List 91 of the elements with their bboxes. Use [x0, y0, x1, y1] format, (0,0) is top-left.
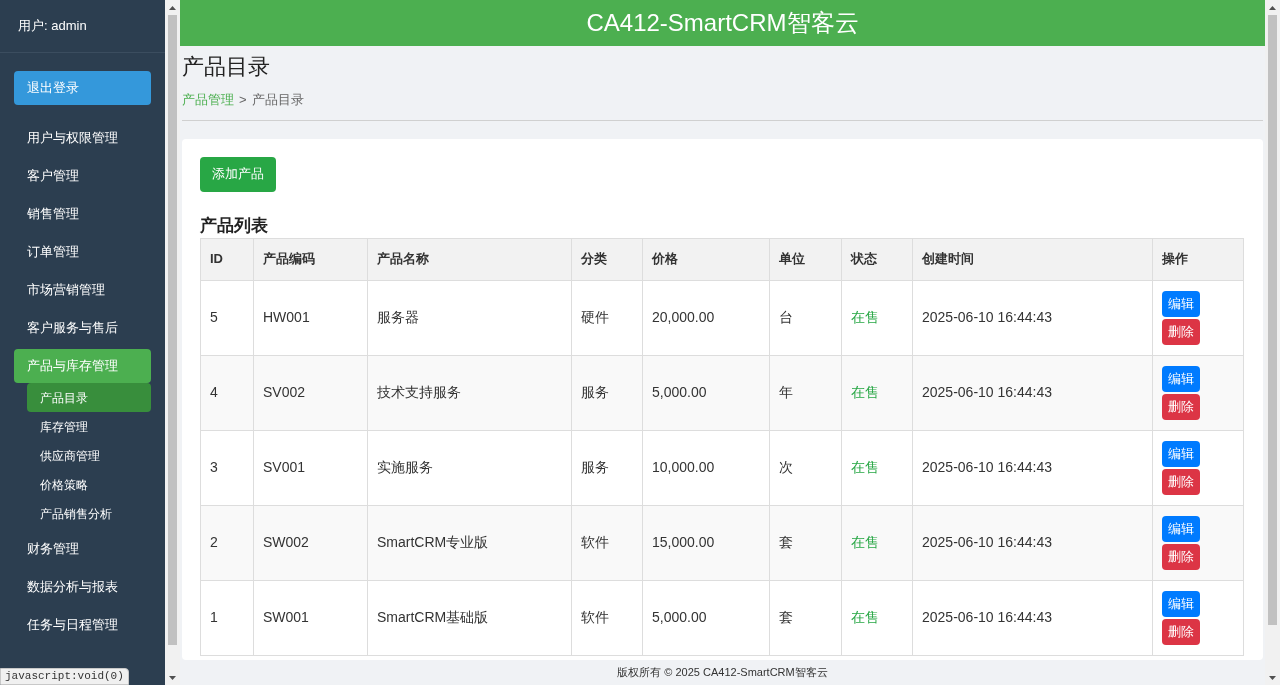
table-cell: 2025-06-10 16:44:43 [912, 430, 1153, 505]
delete-button[interactable]: 删除 [1162, 318, 1200, 345]
breadcrumb-current: 产品目录 [251, 91, 304, 109]
status-text: 在售 [841, 280, 913, 355]
column-header: 产品名称 [367, 238, 572, 280]
table-cell: 2025-06-10 16:44:43 [912, 505, 1153, 580]
table-cell: 次 [769, 430, 842, 505]
delete-button[interactable]: 删除 [1162, 618, 1200, 645]
table-cell: 服务 [571, 430, 643, 505]
sidebar-item[interactable]: 市场营销管理 [14, 273, 151, 307]
user-label: 用户: admin [18, 17, 87, 36]
sidebar-item[interactable]: 销售管理 [14, 197, 151, 231]
delete-button[interactable]: 删除 [1162, 543, 1200, 570]
status-text: 在售 [841, 355, 913, 430]
edit-button[interactable]: 编辑 [1162, 515, 1200, 542]
table-cell: 软件 [571, 580, 643, 655]
table-cell: 5,000.00 [642, 580, 770, 655]
delete-button[interactable]: 删除 [1162, 393, 1200, 420]
table-cell: 套 [769, 580, 842, 655]
table-cell: SW001 [253, 580, 368, 655]
status-text: 在售 [841, 505, 913, 580]
sidebar-subitem[interactable]: 库存管理 [27, 412, 151, 441]
sidebar-item[interactable]: 客户服务与售后 [14, 311, 151, 345]
add-product-button[interactable]: 添加产品 [200, 156, 276, 192]
sidebar-subitem[interactable]: 产品目录 [27, 383, 151, 412]
table-cell: 10,000.00 [642, 430, 770, 505]
table-cell: HW001 [253, 280, 368, 355]
table-cell: 实施服务 [367, 430, 572, 505]
edit-button[interactable]: 编辑 [1162, 365, 1200, 392]
breadcrumb-link[interactable]: 产品管理 [182, 90, 234, 110]
table-cell: 15,000.00 [642, 505, 770, 580]
column-header: ID [200, 238, 254, 280]
table-cell: SW002 [253, 505, 368, 580]
table-cell: 服务器 [367, 280, 572, 355]
app-title: CA412-SmartCRM智客云 [586, 8, 859, 38]
column-header: 状态 [841, 238, 913, 280]
status-bar: javascript:void(0) [0, 668, 129, 685]
column-header: 价格 [642, 238, 770, 280]
column-header: 创建时间 [912, 238, 1153, 280]
table-cell: SV002 [253, 355, 368, 430]
table-cell: 5 [200, 280, 254, 355]
sidebar-item[interactable]: 数据分析与报表 [14, 570, 151, 604]
table-cell: 2025-06-10 16:44:43 [912, 280, 1153, 355]
table-cell: 4 [200, 355, 254, 430]
column-header: 操作 [1152, 238, 1244, 280]
breadcrumb-separator: > [239, 91, 247, 109]
table-cell: 5,000.00 [642, 355, 770, 430]
table-cell: 技术支持服务 [367, 355, 572, 430]
table-cell: SmartCRM专业版 [367, 505, 572, 580]
edit-button[interactable]: 编辑 [1162, 440, 1200, 467]
table-cell: 软件 [571, 505, 643, 580]
table-cell: SmartCRM基础版 [367, 580, 572, 655]
sidebar-subitem[interactable]: 供应商管理 [27, 441, 151, 470]
scroll-down-icon[interactable] [169, 675, 176, 680]
footer-text: 版权所有 © 2025 CA412-SmartCRM智客云 [617, 665, 828, 681]
sidebar-item[interactable]: 用户与权限管理 [14, 121, 151, 155]
scrollbar[interactable] [165, 0, 180, 685]
column-header: 分类 [571, 238, 643, 280]
delete-button[interactable]: 删除 [1162, 468, 1200, 495]
page-title: 产品目录 [182, 53, 271, 81]
column-header: 单位 [769, 238, 842, 280]
edit-button[interactable]: 编辑 [1162, 590, 1200, 617]
table-cell: 硬件 [571, 280, 643, 355]
table-cell: 3 [200, 430, 254, 505]
sidebar-item[interactable]: 产品与库存管理 [14, 349, 151, 383]
table-cell: 2025-06-10 16:44:43 [912, 355, 1153, 430]
logout-button[interactable]: 退出登录 [14, 71, 151, 105]
sidebar-item[interactable]: 财务管理 [14, 532, 151, 566]
scrollbar[interactable] [1265, 0, 1280, 685]
table-cell: 台 [769, 280, 842, 355]
table-cell: 2 [200, 505, 254, 580]
sidebar-item[interactable]: 任务与日程管理 [14, 608, 151, 642]
table-cell: 年 [769, 355, 842, 430]
edit-button[interactable]: 编辑 [1162, 290, 1200, 317]
scroll-up-icon[interactable] [169, 5, 176, 10]
table-cell: 服务 [571, 355, 643, 430]
table-title: 产品列表 [200, 214, 269, 237]
table-cell: 20,000.00 [642, 280, 770, 355]
scroll-up-icon[interactable] [1269, 5, 1276, 10]
sidebar-subitem[interactable]: 价格策略 [27, 470, 151, 499]
sidebar-item[interactable]: 订单管理 [14, 235, 151, 269]
column-header: 产品编码 [253, 238, 368, 280]
status-text: 在售 [841, 430, 913, 505]
table-cell: 1 [200, 580, 254, 655]
sidebar-subitem[interactable]: 产品销售分析 [27, 499, 151, 528]
table-cell: 2025-06-10 16:44:43 [912, 580, 1153, 655]
scroll-down-icon[interactable] [1269, 675, 1276, 680]
table-cell: SV001 [253, 430, 368, 505]
sidebar-item[interactable]: 客户管理 [14, 159, 151, 193]
table-cell: 套 [769, 505, 842, 580]
status-text: 在售 [841, 580, 913, 655]
